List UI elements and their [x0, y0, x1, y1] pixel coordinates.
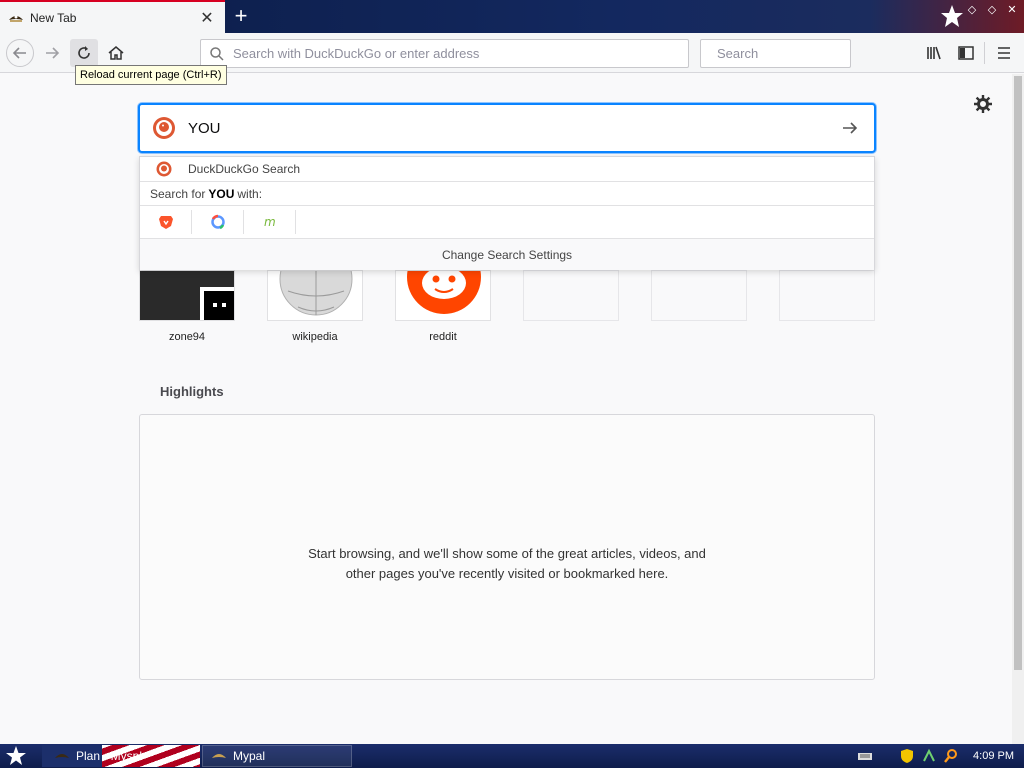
engine-mojeek[interactable]: m — [244, 210, 296, 234]
top-site-label: reddit — [429, 331, 457, 343]
taskbar-item-label: Plan - Myspl — [76, 749, 143, 763]
clock: 4:09 PM — [973, 750, 1014, 762]
qwant-icon — [210, 214, 225, 230]
library-icon — [927, 46, 941, 60]
window-controls: ◇ ◇ ✕ — [964, 2, 1020, 18]
start-star-icon[interactable] — [4, 746, 28, 766]
pirate-hat-icon — [9, 15, 23, 22]
forward-button[interactable] — [38, 39, 66, 67]
taskbar-item-plan[interactable]: Plan - Myspl — [46, 745, 196, 767]
mojeek-icon: m — [264, 215, 276, 229]
highlights-empty-message: Start browsing, and we'll show some of t… — [308, 546, 706, 581]
hamburger-menu-icon — [998, 47, 1010, 59]
address-bar[interactable] — [200, 39, 689, 68]
taskbar-item-label: Mypal — [233, 749, 266, 763]
top-site-empty — [651, 270, 747, 321]
brave-icon — [158, 216, 173, 229]
search-for-row: Search for YOU with: — [140, 182, 874, 206]
wikipedia-globe-icon — [268, 271, 362, 320]
reddit-alien-icon — [396, 271, 490, 320]
toolbar-separator — [984, 42, 985, 64]
top-site-empty — [523, 270, 619, 321]
menu-button[interactable] — [990, 39, 1018, 67]
home-button[interactable] — [102, 39, 130, 67]
search-for-prefix: Search for — [150, 186, 206, 201]
suggestion-label: DuckDuckGo Search — [188, 162, 301, 176]
taskbar-item-mypal[interactable]: Mypal — [202, 745, 352, 767]
engine-brave[interactable] — [140, 210, 192, 234]
search-for-suffix: with: — [237, 186, 263, 201]
reload-tooltip: Reload current page (Ctrl+R) — [75, 65, 227, 85]
tab-new-tab[interactable]: New Tab ✕ — [0, 0, 225, 33]
sidebar-button[interactable] — [952, 39, 980, 67]
star-logo-icon — [941, 5, 963, 27]
search-for-term: YOU — [208, 186, 235, 201]
network-icon[interactable] — [921, 748, 937, 764]
search-engine-row: m — [140, 206, 874, 239]
svg-text:m: m — [264, 215, 276, 229]
top-site-reddit[interactable] — [395, 270, 491, 321]
top-site-label: zone94 — [168, 331, 206, 343]
address-input[interactable] — [231, 45, 688, 62]
minimize-icon[interactable]: ◇ — [964, 2, 980, 18]
shield-icon[interactable] — [899, 748, 915, 764]
maximize-icon[interactable]: ◇ — [984, 2, 1000, 18]
tab-close-icon[interactable]: ✕ — [197, 8, 217, 28]
reload-button[interactable] — [70, 39, 98, 67]
highlights-heading: Highlights — [160, 384, 224, 399]
close-window-icon[interactable]: ✕ — [1004, 2, 1020, 18]
search-input[interactable] — [715, 45, 895, 62]
duckduckgo-icon — [153, 117, 175, 139]
duckduckgo-icon — [156, 161, 172, 177]
newtab-search-box[interactable] — [138, 103, 876, 153]
gear-icon[interactable] — [973, 94, 993, 114]
system-tray: 4:09 PM — [857, 744, 1024, 768]
library-button[interactable] — [920, 39, 948, 67]
pirate-hat-icon — [212, 754, 226, 758]
pirate-hat-icon — [55, 754, 69, 758]
tab-title: New Tab — [30, 10, 77, 25]
reload-icon — [78, 46, 90, 59]
scrollbar-thumb[interactable] — [1014, 76, 1022, 670]
search-suggestions-dropdown: DuckDuckGo Search Search for YOU with: m… — [139, 156, 875, 270]
top-site-label: wikipedia — [292, 331, 338, 343]
go-arrow-icon[interactable] — [840, 118, 860, 138]
change-search-settings-button[interactable]: Change Search Settings — [140, 239, 874, 270]
search-tray-icon[interactable] — [943, 748, 959, 764]
page-scrollbar[interactable] — [1012, 74, 1024, 744]
sidebar-icon — [958, 46, 974, 60]
tab-strip: New Tab ✕ + ◇ ◇ ✕ — [0, 0, 1024, 33]
keyboard-icon[interactable] — [857, 748, 873, 764]
suggestion-duckduckgo[interactable]: DuckDuckGo Search — [140, 157, 874, 182]
engine-qwant[interactable] — [192, 210, 244, 234]
newtab-search-input[interactable] — [186, 118, 840, 138]
top-site-empty — [779, 270, 875, 321]
zone94-thumbnail — [140, 271, 234, 320]
new-tab-button[interactable]: + — [228, 4, 254, 30]
search-icon — [210, 46, 224, 61]
home-icon — [108, 46, 124, 60]
top-site-zone94[interactable] — [139, 270, 235, 321]
taskbar: Plan - Myspl Mypal 4:09 PM — [0, 744, 1024, 768]
search-bar[interactable] — [700, 39, 895, 68]
back-arrow-icon — [12, 47, 26, 59]
forward-arrow-icon — [46, 47, 60, 59]
top-site-wikipedia[interactable] — [267, 270, 363, 321]
back-button[interactable] — [6, 39, 34, 67]
